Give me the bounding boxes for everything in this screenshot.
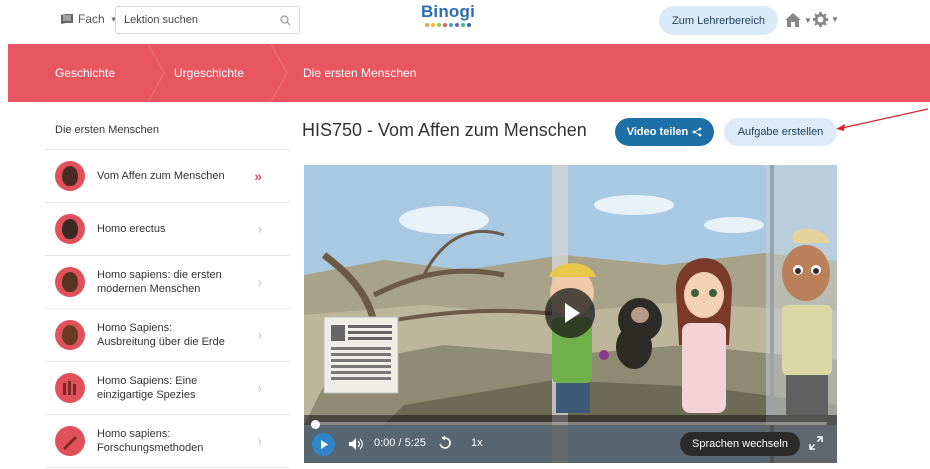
lesson-label: Homo erectus <box>97 223 166 235</box>
video-controls: 0:00 / 5:25 1x Sprachen wechseln <box>304 415 837 463</box>
lesson-label: Vom Affen zum Menschen <box>97 170 225 182</box>
breadcrumb-item-geschichte[interactable]: Geschichte <box>55 44 115 102</box>
double-chevron-right-icon: » <box>254 168 262 184</box>
sidebar-item-homo-sapiens-ersten[interactable]: Homo sapiens: die ersten modernen Mensch… <box>45 256 290 309</box>
lesson-label: Homo Sapiens: Eine einzigartige Spezies <box>97 375 198 401</box>
logo-dots <box>418 23 478 27</box>
fullscreen-icon[interactable] <box>809 436 823 450</box>
chevron-right-icon: › <box>257 327 262 343</box>
search-icon[interactable] <box>280 15 291 26</box>
time-display: 0:00 / 5:25 <box>374 437 426 449</box>
play-icon <box>565 303 580 323</box>
sidebar-item-homo-erectus[interactable]: Homo erectus › <box>45 203 290 256</box>
page: Fach ▼ Binogi Zum Lehrerbereich ▼ <box>0 0 930 469</box>
chevron-right-icon: › <box>257 380 262 396</box>
share-button-label: Video teilen <box>626 126 689 138</box>
teacher-area-button[interactable]: Zum Lehrerbereich <box>659 6 778 35</box>
breadcrumb-item-urgeschichte[interactable]: Urgeschichte <box>174 44 244 102</box>
progress-bar[interactable] <box>314 422 827 425</box>
logo-text: Binogi <box>420 2 476 21</box>
lesson-thumbnail <box>55 426 85 456</box>
lesson-thumbnail <box>55 214 85 244</box>
binogi-logo[interactable]: Binogi <box>418 2 478 27</box>
chevron-right-icon: › <box>257 274 262 290</box>
chevron-right-icon: › <box>257 221 262 237</box>
play-button[interactable] <box>312 433 335 456</box>
sidebar-item-homo-sapiens-ausbreitung[interactable]: Homo Sapiens: Ausbreitung über die Erde … <box>45 309 290 362</box>
playback-speed[interactable]: 1x <box>471 437 483 449</box>
gear-icon <box>812 11 829 28</box>
home-icon <box>785 13 801 27</box>
share-video-button[interactable]: Video teilen <box>615 118 714 146</box>
settings-menu[interactable]: ▼ <box>812 11 839 28</box>
sidebar-item-homo-sapiens-spezies[interactable]: Homo Sapiens: Eine einzigartige Spezies … <box>45 362 290 415</box>
play-icon <box>321 440 328 449</box>
breadcrumb-item-die-ersten-menschen[interactable]: Die ersten Menschen <box>303 44 416 102</box>
lesson-thumbnail <box>55 373 85 403</box>
share-icon <box>692 127 702 137</box>
search-input[interactable] <box>124 14 274 26</box>
annotation-arrow-icon <box>836 108 929 131</box>
big-play-button[interactable] <box>545 288 595 338</box>
sidebar-item-vom-affen-zum-menschen[interactable]: Vom Affen zum Menschen » <box>45 150 290 203</box>
lesson-thumbnail <box>55 320 85 350</box>
lesson-label: Homo Sapiens: Ausbreitung über die Erde <box>97 322 225 348</box>
lesson-thumbnail <box>55 267 85 297</box>
create-task-button[interactable]: Aufgabe erstellen <box>724 118 837 146</box>
chevron-down-icon: ▼ <box>831 15 839 24</box>
sidebar-title: Die ersten Menschen <box>45 110 290 150</box>
lesson-title: HIS750 - Vom Affen zum Menschen <box>302 120 587 140</box>
video-player[interactable]: 0:00 / 5:25 1x Sprachen wechseln <box>304 165 837 463</box>
breadcrumb-separator-icon <box>271 44 288 102</box>
subject-label: Fach <box>78 12 105 26</box>
subject-dropdown[interactable]: Fach ▼ <box>60 12 118 26</box>
search-box <box>115 6 300 34</box>
replay-icon[interactable] <box>437 435 453 451</box>
top-header: Fach ▼ Binogi Zum Lehrerbereich ▼ <box>0 0 930 44</box>
volume-icon[interactable] <box>348 437 364 451</box>
breadcrumb: Geschichte Urgeschichte Die ersten Mensc… <box>8 44 930 102</box>
lesson-label: Homo sapiens: Forschungsmethoden <box>97 428 204 454</box>
change-language-button[interactable]: Sprachen wechseln <box>680 432 800 456</box>
lesson-sidebar: Die ersten Menschen Vom Affen zum Mensch… <box>45 110 290 468</box>
chevron-down-icon: ▼ <box>804 15 812 25</box>
breadcrumb-separator-icon <box>148 44 165 102</box>
progress-handle[interactable] <box>311 420 320 429</box>
home-menu[interactable]: ▼ <box>784 12 812 28</box>
chevron-right-icon: › <box>257 433 262 449</box>
lesson-thumbnail <box>55 161 85 191</box>
sidebar-item-homo-sapiens-forschung[interactable]: Homo sapiens: Forschungsmethoden › <box>45 415 290 468</box>
lesson-label: Homo sapiens: die ersten modernen Mensch… <box>97 269 222 295</box>
book-icon <box>61 14 73 24</box>
